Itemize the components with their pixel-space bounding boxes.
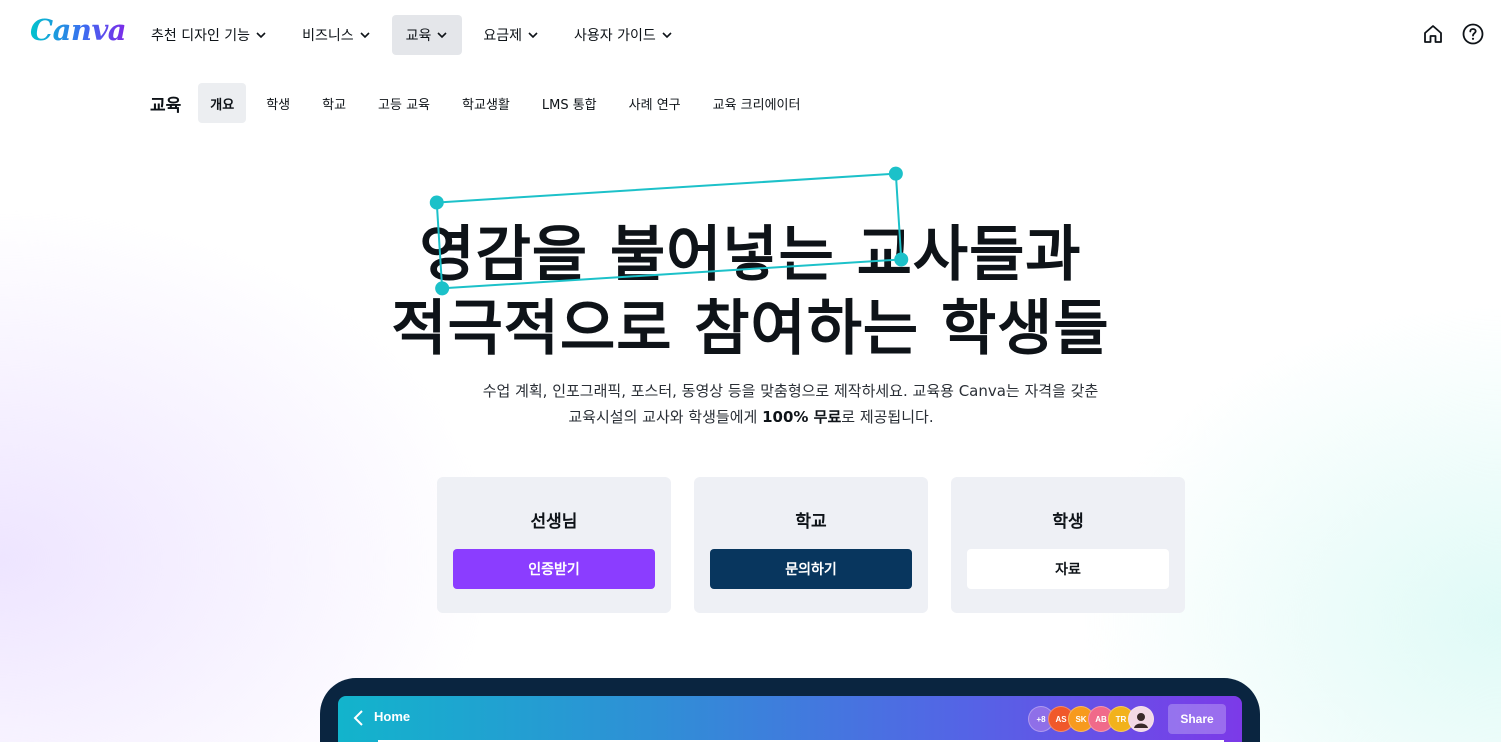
resources-button[interactable]: 자료 xyxy=(967,549,1169,589)
chevron-down-icon xyxy=(360,32,370,39)
collaborator-avatars: +8 AS SK AB TR xyxy=(1028,706,1154,732)
tab-students[interactable]: 학생 xyxy=(254,83,302,123)
chevron-down-icon xyxy=(528,32,538,39)
free-highlight: 100% 무료 xyxy=(762,408,842,426)
resize-handle xyxy=(888,166,904,182)
help-icon[interactable] xyxy=(1461,22,1485,46)
nav-featured[interactable]: 추천 디자인 기능 xyxy=(137,15,281,55)
contact-button[interactable]: 문의하기 xyxy=(710,549,912,589)
avatar-photo[interactable] xyxy=(1128,706,1154,732)
chevron-left-icon[interactable] xyxy=(352,709,366,727)
hero-description-line1: 수업 계획, 인포그래픽, 포스터, 동영상 등을 맞춤형으로 제작하세요. 교… xyxy=(482,382,1099,400)
student-card: 학생 자료 xyxy=(951,477,1185,613)
nav-pricing[interactable]: 요금제 xyxy=(469,15,553,55)
chevron-down-icon xyxy=(437,32,447,39)
nav-business[interactable]: 비즈니스 xyxy=(288,15,385,55)
person-icon xyxy=(1134,713,1148,728)
hero-description: 수업 계획, 인포그래픽, 포스터, 동영상 등을 맞춤형으로 제작하세요. 교… xyxy=(0,378,1501,430)
card-title: 학교 xyxy=(795,512,827,532)
editor-toolbar: Home +8 AS SK AB TR Share xyxy=(338,696,1242,742)
chevron-down-icon xyxy=(256,32,266,39)
education-sub-nav: 교육 개요 학생 학교 고등 교육 학교생활 LMS 통합 사례 연구 교육 크… xyxy=(150,83,820,123)
sub-nav-title: 교육 xyxy=(150,95,182,116)
card-title: 선생님 xyxy=(530,512,578,532)
resize-handle xyxy=(429,195,445,210)
nav-business-label: 비즈니스 xyxy=(302,28,354,44)
canva-logo[interactable]: Canva xyxy=(30,13,127,47)
home-icon[interactable] xyxy=(1421,22,1445,46)
nav-user-guide[interactable]: 사용자 가이드 xyxy=(560,15,687,55)
hero-heading-line2: 적극적으로 참여하는 학생들 xyxy=(391,294,1110,364)
tab-schools[interactable]: 학교 xyxy=(310,83,358,123)
share-button[interactable]: Share xyxy=(1168,704,1226,734)
tab-lms-integration[interactable]: LMS 통합 xyxy=(530,83,609,123)
top-navigation-bar: Canva 추천 디자인 기능 비즈니스 교육 요금제 사용자 가이드 xyxy=(0,0,1501,68)
nav-education[interactable]: 교육 xyxy=(391,15,463,55)
editor-preview: Home +8 AS SK AB TR Share xyxy=(320,678,1260,742)
tab-school-life[interactable]: 학교생활 xyxy=(450,83,522,123)
nav-education-label: 교육 xyxy=(405,28,432,44)
main-nav: 추천 디자인 기능 비즈니스 교육 요금제 사용자 가이드 xyxy=(137,15,694,55)
home-link[interactable]: Home xyxy=(374,709,410,724)
desc-text: 로 제공됩니다. xyxy=(841,408,934,426)
tab-overview[interactable]: 개요 xyxy=(198,83,247,123)
desc-text: 교육시설의 교사와 학생들에게 xyxy=(568,408,763,426)
get-verified-button[interactable]: 인증받기 xyxy=(453,549,655,589)
nav-pricing-label: 요금제 xyxy=(483,28,522,44)
hero-description-line2: 교육시설의 교사와 학생들에게 100% 무료로 제공됩니다. xyxy=(0,404,1501,430)
card-title: 학생 xyxy=(1052,512,1084,532)
nav-featured-label: 추천 디자인 기능 xyxy=(151,28,251,44)
tab-case-studies[interactable]: 사례 연구 xyxy=(617,83,693,123)
teacher-card: 선생님 인증받기 xyxy=(437,477,671,613)
tab-higher-education[interactable]: 고등 교육 xyxy=(366,83,442,123)
tab-education-creators[interactable]: 교육 크리에이터 xyxy=(701,83,813,123)
top-icons xyxy=(1421,22,1485,46)
school-card: 학교 문의하기 xyxy=(694,477,928,613)
nav-user-guide-label: 사용자 가이드 xyxy=(574,28,656,44)
chevron-down-icon xyxy=(662,32,672,39)
